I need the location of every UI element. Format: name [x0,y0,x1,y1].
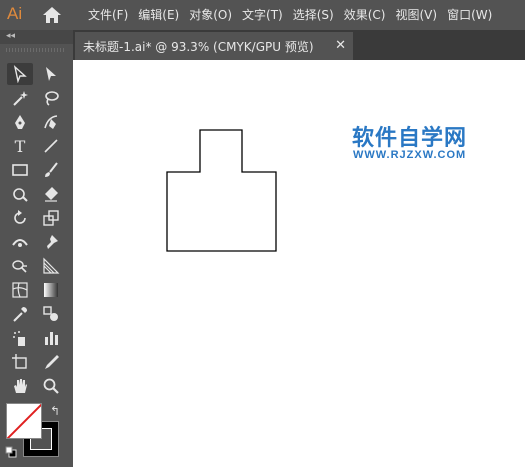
swap-fill-stroke-icon[interactable]: ↰ [50,404,60,418]
scale-tool-icon[interactable] [38,207,64,229]
menu-object[interactable]: 对象(O) [189,0,232,30]
watermark-url: WWW.RJZXW.COM [353,149,467,161]
hand-tool-icon[interactable] [7,375,33,397]
column-graph-tool-icon[interactable] [38,327,64,349]
eyedropper-tool-icon[interactable] [7,303,33,325]
shape-builder-tool-icon[interactable] [7,255,33,277]
direct-selection-tool-icon[interactable] [38,63,64,85]
lasso-tool-icon[interactable] [38,87,64,109]
menu-view[interactable]: 视图(V) [395,0,437,30]
document-tab[interactable]: 未标题-1.ai* @ 93.3% (CMYK/GPU 预览) ✕ [75,32,353,60]
slice-tool-icon[interactable] [38,351,64,373]
menu-type[interactable]: 文字(T) [242,0,283,30]
rotate-tool-icon[interactable] [7,207,33,229]
gradient-tool-icon[interactable] [38,279,64,301]
menu-window[interactable]: 窗口(W) [447,0,492,30]
default-fill-stroke-icon[interactable] [5,446,17,458]
tools-panel: ◂◂ T ↰ [0,30,73,467]
pen-tool-icon[interactable] [7,111,33,133]
puppet-warp-tool-icon[interactable] [38,231,64,253]
magic-wand-tool-icon[interactable] [7,87,33,109]
paintbrush-tool-icon[interactable] [38,159,64,181]
home-icon[interactable] [42,6,62,24]
symbol-sprayer-tool-icon[interactable] [7,327,33,349]
close-icon[interactable]: ✕ [335,38,346,53]
menu-bar: Ai 文件(F) 编辑(E) 对象(O) 文字(T) 选择(S) 效果(C) 视… [0,0,525,30]
mesh-tool-icon[interactable] [7,279,33,301]
rectangle-tool-icon[interactable] [7,159,33,181]
curvature-tool-icon[interactable] [38,111,64,133]
width-tool-icon[interactable] [7,231,33,253]
zoom-tool-icon[interactable] [38,375,64,397]
menu-edit[interactable]: 编辑(E) [138,0,179,30]
artboard-tool-icon[interactable] [7,351,33,373]
blend-tool-icon[interactable] [38,303,64,325]
menu-file[interactable]: 文件(F) [88,0,128,30]
line-segment-tool-icon[interactable] [38,135,64,157]
app-logo: Ai [7,4,23,23]
document-tab-bar: 未标题-1.ai* @ 93.3% (CMYK/GPU 预览) ✕ [73,30,525,60]
menu-effect[interactable]: 效果(C) [344,0,386,30]
selection-tool-icon[interactable] [7,63,33,85]
perspective-grid-tool-icon[interactable] [38,255,64,277]
panel-grip[interactable] [6,48,66,52]
eraser-tool-icon[interactable] [38,183,64,205]
tools-panel-header: ◂◂ [0,30,73,44]
watermark-title: 软件自学网 [352,126,468,151]
menu-select[interactable]: 选择(S) [293,0,334,30]
document-tab-title: 未标题-1.ai* @ 93.3% (CMYK/GPU 预览) [83,39,314,54]
shaper-tool-icon[interactable] [7,183,33,205]
collapse-panel-icon[interactable]: ◂◂ [6,31,15,41]
fill-none-swatch[interactable] [6,403,42,439]
type-tool-icon[interactable]: T [7,135,33,157]
